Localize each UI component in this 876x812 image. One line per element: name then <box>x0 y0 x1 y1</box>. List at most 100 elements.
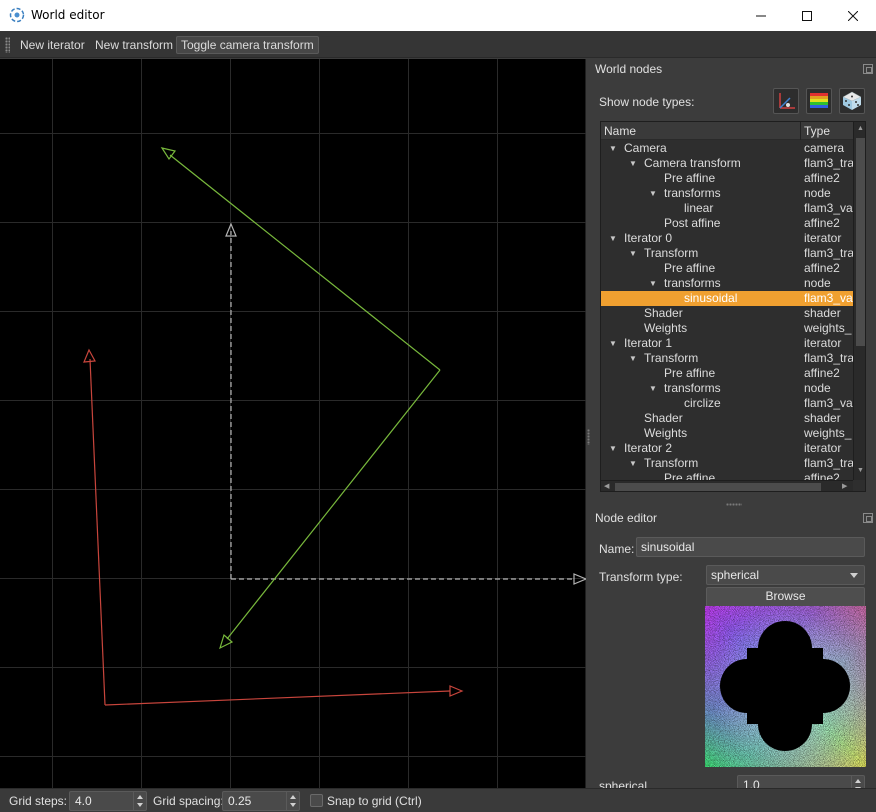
tree-row[interactable]: ▼ Transform flam3_tra <box>601 351 853 366</box>
name-column-header[interactable]: Name <box>604 124 636 138</box>
transform-preview-image <box>705 606 866 767</box>
expand-arrow-icon[interactable]: ▼ <box>649 381 657 396</box>
tree-row[interactable]: ▼ transforms node <box>601 186 853 201</box>
tree-row[interactable]: linear flam3_va <box>601 201 853 216</box>
expand-arrow-icon[interactable]: ▼ <box>609 141 617 156</box>
transform-type-label: Transform type: <box>599 570 683 584</box>
new-iterator-button[interactable]: New iterator <box>15 36 90 54</box>
viewport-canvas[interactable] <box>0 59 586 788</box>
tree-row[interactable]: Weights weights_ <box>601 426 853 441</box>
snap-to-grid-checkbox[interactable] <box>310 794 323 807</box>
node-name-input[interactable]: sinusoidal <box>636 537 865 557</box>
tree-vertical-scroll-thumb[interactable] <box>856 138 865 346</box>
transform-type-select[interactable]: spherical <box>706 565 865 585</box>
post-affine-axes[interactable] <box>230 231 574 580</box>
tree-row[interactable]: Pre affine affine2 <box>601 171 853 186</box>
tree-row[interactable]: Shader shader <box>601 411 853 426</box>
tree-row-type: flam3_tra <box>804 156 853 170</box>
dice-icon <box>842 91 862 110</box>
tree-row[interactable]: ▼ Iterator 0 iterator <box>601 231 853 246</box>
tree-row[interactable]: Post affine affine2 <box>601 216 853 231</box>
spin-arrows-icon[interactable] <box>286 792 299 810</box>
tree-horizontal-scrollbar[interactable]: ◀ ▶ <box>601 480 853 491</box>
iterator-affine-axes[interactable] <box>89 358 451 706</box>
world-nodes-tree[interactable]: Name Type ▼ Camera camera ▼ Camera transform… <box>600 121 866 492</box>
tree-row-type: iterator <box>804 441 842 455</box>
affine-x-arrow[interactable] <box>449 685 464 697</box>
tree-vertical-scrollbar[interactable]: ▲ ▼ <box>853 122 865 480</box>
tree-horizontal-scroll-thumb[interactable] <box>615 483 821 491</box>
toolbar-grip-icon[interactable] <box>5 37 10 53</box>
spin-arrows-icon[interactable] <box>133 792 146 810</box>
world-nodes-title: World nodes <box>595 62 663 76</box>
scroll-down-icon[interactable]: ▼ <box>857 467 864 474</box>
toggle-camera-transform-button[interactable]: Toggle camera transform <box>176 36 319 54</box>
tree-row-name: transforms <box>664 276 721 290</box>
tree-row-type: shader <box>804 411 841 425</box>
type-column-header[interactable]: Type <box>804 124 830 138</box>
tree-row-name: Weights <box>644 321 688 335</box>
tree-row-type: iterator <box>804 336 842 350</box>
expand-arrow-icon[interactable]: ▼ <box>609 336 617 351</box>
camera-transform-axes[interactable] <box>169 154 441 640</box>
scroll-right-icon[interactable]: ▶ <box>842 482 847 490</box>
tree-row-type: node <box>804 186 831 200</box>
tree-row[interactable]: Pre affine affine2 <box>601 471 853 480</box>
tree-row[interactable]: sinusoidal flam3_va <box>601 291 853 306</box>
world-viewport[interactable] <box>0 59 586 788</box>
node-editor-float-icon[interactable] <box>863 513 873 523</box>
tree-row[interactable]: Shader shader <box>601 306 853 321</box>
tree-row-type: affine2 <box>804 471 840 480</box>
tree-row-type: weights_ <box>804 321 852 335</box>
expand-arrow-icon[interactable]: ▼ <box>629 456 637 471</box>
grid-spacing-input[interactable]: 0.25 <box>222 791 300 811</box>
expand-arrow-icon[interactable]: ▼ <box>629 246 637 261</box>
tree-row-type: affine2 <box>804 261 840 275</box>
gradient-filter-button[interactable] <box>806 88 832 114</box>
new-transform-button[interactable]: New transform <box>90 36 178 54</box>
tree-row-name: Weights <box>644 426 688 440</box>
axes-filter-button[interactable] <box>773 88 799 114</box>
tree-row-name: Transform <box>644 456 699 470</box>
tree-row[interactable]: Pre affine affine2 <box>601 366 853 381</box>
tree-row[interactable]: Weights weights_ <box>601 321 853 336</box>
browse-button[interactable]: Browse <box>706 587 865 607</box>
grid-steps-input[interactable]: 4.0 <box>69 791 147 811</box>
tree-row[interactable]: ▼ Transform flam3_tra <box>601 456 853 471</box>
tree-row[interactable]: Pre affine affine2 <box>601 261 853 276</box>
tree-row-name: Camera transform <box>644 156 741 170</box>
tree-row[interactable]: ▼ Camera camera <box>601 141 853 156</box>
tree-row[interactable]: ▼ transforms node <box>601 276 853 291</box>
expand-arrow-icon[interactable]: ▼ <box>629 156 637 171</box>
close-icon[interactable] <box>830 0 876 31</box>
minimize-icon[interactable] <box>738 0 784 31</box>
transform-type-value: spherical <box>711 568 760 582</box>
tree-row-type: flam3_tra <box>804 246 853 260</box>
node-editor-title: Node editor <box>595 511 658 525</box>
dice-filter-button[interactable] <box>839 88 865 114</box>
maximize-icon[interactable] <box>784 0 830 31</box>
expand-arrow-icon[interactable]: ▼ <box>629 351 637 366</box>
tree-row[interactable]: ▼ Camera transform flam3_tra <box>601 156 853 171</box>
tree-row-name: Shader <box>644 306 683 320</box>
expand-arrow-icon[interactable]: ▼ <box>649 276 657 291</box>
expand-arrow-icon[interactable]: ▼ <box>609 441 617 456</box>
expand-arrow-icon[interactable]: ▼ <box>649 186 657 201</box>
scroll-up-icon[interactable]: ▲ <box>857 125 864 132</box>
snap-to-grid-label[interactable]: Snap to grid (Ctrl) <box>327 794 422 808</box>
gradient-icon <box>810 93 828 108</box>
dock-splitter-handle[interactable] <box>726 503 742 506</box>
tree-row-name: Post affine <box>664 216 721 230</box>
grid-steps-value: 4.0 <box>75 794 92 808</box>
tree-row[interactable]: ▼ Transform flam3_tra <box>601 246 853 261</box>
world-nodes-float-icon[interactable] <box>863 64 873 74</box>
viewport-grid <box>0 59 586 788</box>
expand-arrow-icon[interactable]: ▼ <box>609 231 617 246</box>
panel-splitter-handle[interactable] <box>587 429 590 445</box>
tree-row[interactable]: ▼ transforms node <box>601 381 853 396</box>
scroll-left-icon[interactable]: ◀ <box>604 482 609 490</box>
tree-header: Name Type <box>601 122 853 140</box>
tree-row[interactable]: ▼ Iterator 1 iterator <box>601 336 853 351</box>
tree-row[interactable]: ▼ Iterator 2 iterator <box>601 441 853 456</box>
tree-row[interactable]: circlize flam3_va <box>601 396 853 411</box>
